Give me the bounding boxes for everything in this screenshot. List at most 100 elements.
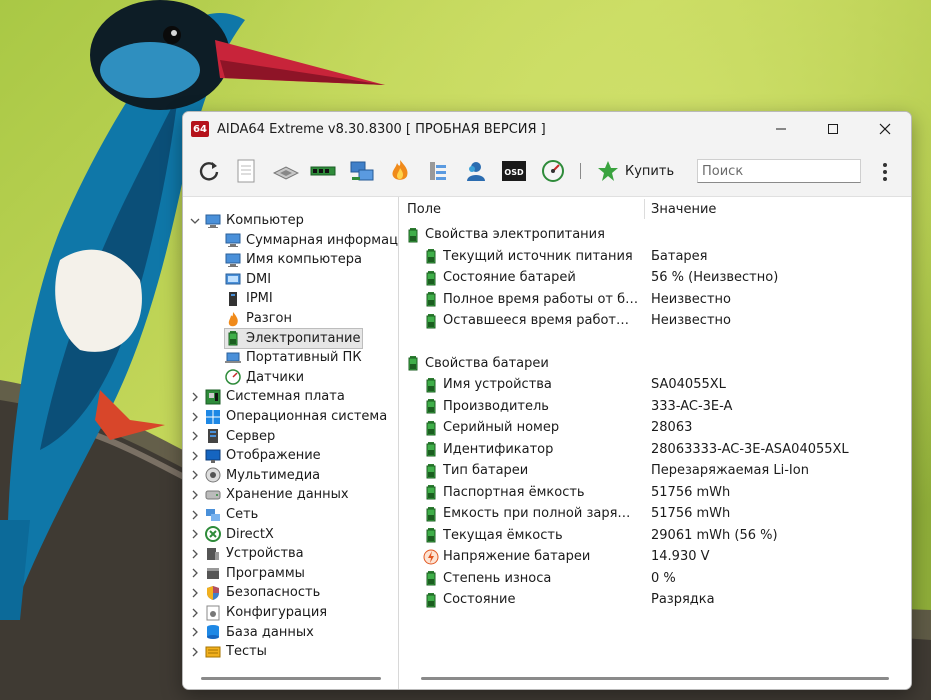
osd-icon: OSD xyxy=(502,161,526,181)
property-value: 56 % (Неизвестно) xyxy=(651,270,779,285)
property-row[interactable]: Ёмкость при полной зарядке xyxy=(423,503,639,524)
memory-toolbar-button[interactable] xyxy=(310,158,336,184)
motherboard-toolbar-button[interactable] xyxy=(273,158,299,184)
network-toolbar-button[interactable] xyxy=(349,158,375,184)
chevron-right-icon[interactable] xyxy=(189,623,201,642)
tree-item-9[interactable]: Системная плата xyxy=(189,387,345,406)
property-value: 29061 mWh (56 %) xyxy=(651,527,778,543)
chevron-right-icon[interactable] xyxy=(189,387,201,406)
property-row[interactable]: Текущий источник питания xyxy=(423,246,639,267)
property-row[interactable]: Идентификатор xyxy=(423,439,639,460)
tree-item-20[interactable]: Конфигурация xyxy=(189,603,327,622)
property-row[interactable]: Серийный номер xyxy=(423,417,639,438)
tree-item-22[interactable]: Тесты xyxy=(189,642,267,661)
property-row[interactable]: Текущая ёмкость xyxy=(423,525,639,546)
kebab-dot-icon xyxy=(883,177,887,181)
tree-item-6[interactable]: Электропитание xyxy=(224,327,364,349)
tree-item-2[interactable]: Имя компьютера xyxy=(225,250,362,269)
tree-item-label: Сервер xyxy=(226,428,276,444)
osd-toolbar-button[interactable]: OSD xyxy=(501,158,527,184)
summary-icon xyxy=(225,232,241,248)
maximize-button[interactable] xyxy=(807,112,859,146)
tree-item-10[interactable]: Операционная система xyxy=(189,407,387,426)
tree-item-0[interactable]: Компьютер xyxy=(189,211,304,230)
property-row[interactable]: Полное время работы от батареи xyxy=(423,289,639,310)
chevron-right-icon[interactable] xyxy=(189,427,201,446)
tree-item-8[interactable]: Датчики xyxy=(225,368,304,387)
chevron-right-icon[interactable] xyxy=(189,583,201,602)
more-menu-button[interactable] xyxy=(875,160,895,184)
tree-item-1[interactable]: Суммарная информация xyxy=(225,231,398,250)
tree-item-14[interactable]: Хранение данных xyxy=(189,485,349,504)
tree-item-21[interactable]: База данных xyxy=(189,623,314,642)
battery-icon xyxy=(423,484,439,500)
tree-item-4[interactable]: IPMI xyxy=(225,289,273,308)
property-field: Состояние xyxy=(443,592,516,607)
refresh-button[interactable] xyxy=(196,158,222,184)
tree-item-15[interactable]: Сеть xyxy=(189,505,258,524)
details-panel: Поле Значение Свойства электропитания Тек… xyxy=(399,197,911,689)
computer-name-icon xyxy=(225,252,241,268)
tree-item-label: Конфигурация xyxy=(226,605,328,620)
property-row[interactable]: Напряжение батареи xyxy=(423,546,639,567)
property-value: 333-AC-3E-A xyxy=(651,398,733,414)
tree-horizontal-scrollbar[interactable] xyxy=(201,677,381,680)
title-bar[interactable]: 64 AIDA64 Extreme v8.30.8300 [ ПРОБНАЯ В… xyxy=(183,112,911,146)
buy-button[interactable]: Купить xyxy=(597,158,674,184)
column-header-field[interactable]: Поле xyxy=(407,197,441,221)
minimize-button[interactable] xyxy=(755,112,807,146)
chevron-right-icon[interactable] xyxy=(189,505,201,524)
config-icon xyxy=(205,605,221,621)
tree-item-label: Разгон xyxy=(246,311,293,326)
user-toolbar-button[interactable] xyxy=(463,158,489,184)
property-row[interactable]: Производитель xyxy=(423,396,639,417)
chevron-right-icon[interactable] xyxy=(189,466,201,485)
property-row[interactable]: Состояние xyxy=(423,589,639,610)
tree-item-17[interactable]: Устройства xyxy=(189,544,304,563)
report-button[interactable] xyxy=(233,158,259,184)
property-row[interactable]: Степень износа xyxy=(423,568,639,589)
close-button[interactable] xyxy=(859,112,911,146)
chevron-right-icon[interactable] xyxy=(189,642,201,661)
property-row[interactable]: Тип батареи xyxy=(423,460,639,481)
chevron-right-icon[interactable] xyxy=(189,446,201,465)
column-header-value[interactable]: Значение xyxy=(651,197,716,221)
property-field: Идентификатор xyxy=(443,441,554,457)
chevron-right-icon[interactable] xyxy=(189,485,201,504)
tree-item-5[interactable]: Разгон xyxy=(225,309,292,328)
property-field: Производитель xyxy=(443,398,549,414)
chevron-right-icon[interactable] xyxy=(189,525,201,544)
tree-item-13[interactable]: Мультимедиа xyxy=(189,466,320,485)
chevron-right-icon[interactable] xyxy=(189,603,201,622)
group-header[interactable]: Свойства батареи xyxy=(405,353,549,374)
programs-icon xyxy=(205,565,221,581)
tree-item-label: Устройства xyxy=(226,546,304,562)
property-row[interactable]: Имя устройства xyxy=(423,374,639,395)
property-row[interactable]: Паспортная ёмкость xyxy=(423,482,639,503)
chevron-right-icon[interactable] xyxy=(189,544,201,563)
overclock-toolbar-button[interactable] xyxy=(387,158,413,184)
svg-text:OSD: OSD xyxy=(504,168,524,177)
system-toolbar-button[interactable] xyxy=(425,158,451,184)
tree-item-16[interactable]: DirectX xyxy=(189,525,274,544)
tree-item-18[interactable]: Программы xyxy=(189,564,305,583)
tree-item-7[interactable]: Портативный ПК xyxy=(225,348,362,367)
property-row[interactable]: Состояние батарей xyxy=(423,267,639,288)
tree-item-3[interactable]: DMI xyxy=(225,270,271,289)
column-divider[interactable] xyxy=(644,199,645,219)
chevron-right-icon[interactable] xyxy=(189,564,201,583)
tree-item-label: DMI xyxy=(246,271,272,287)
group-header[interactable]: Свойства электропитания xyxy=(405,224,605,245)
chevron-right-icon[interactable] xyxy=(189,407,201,426)
details-horizontal-scrollbar[interactable] xyxy=(421,677,889,680)
tree-item-11[interactable]: Сервер xyxy=(189,427,275,446)
search-input[interactable] xyxy=(697,159,861,183)
property-row[interactable]: Оставшееся время работы от батареи xyxy=(423,310,639,331)
chevron-down-icon[interactable] xyxy=(189,211,201,230)
flame-icon xyxy=(225,311,241,327)
tree-item-12[interactable]: Отображение xyxy=(189,446,321,465)
battery-icon xyxy=(423,248,439,264)
sensors-toolbar-button[interactable] xyxy=(540,158,566,184)
tree-item-19[interactable]: Безопасность xyxy=(189,583,320,602)
property-value: Неизвестно xyxy=(651,291,731,307)
